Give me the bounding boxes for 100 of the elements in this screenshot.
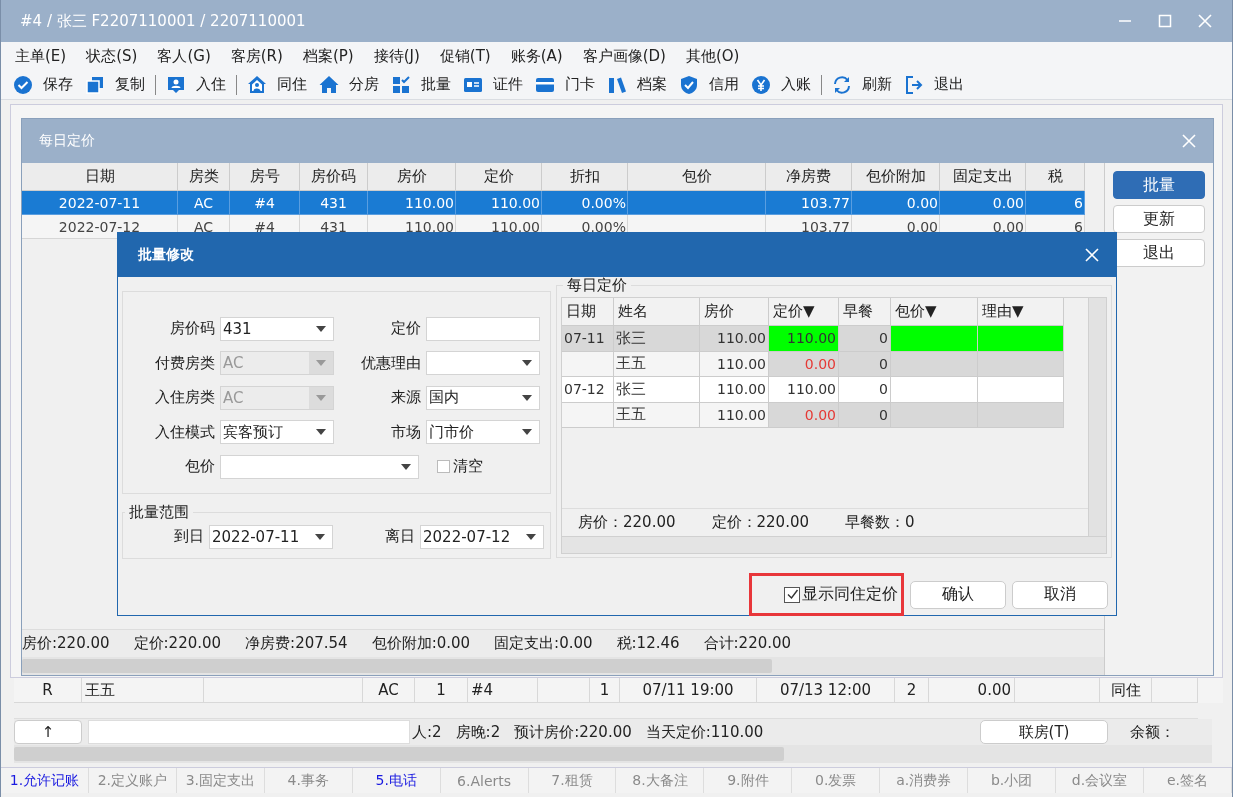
dropdown-field[interactable]: 国内: [426, 385, 540, 410]
clear-checkbox[interactable]: 清空: [437, 457, 483, 477]
field-label: 房价码: [169, 319, 215, 338]
dialog-title: 批量修改: [138, 246, 194, 264]
close-icon[interactable]: [1085, 248, 1099, 262]
table-cell: 0: [839, 377, 891, 403]
table-cell: 0.00: [769, 402, 839, 428]
toolbar-button[interactable]: 证件: [461, 71, 533, 98]
refresh-icon: [832, 74, 852, 95]
menu-item[interactable]: 促销(T): [439, 46, 491, 66]
summary-text: 预计房价:220.00: [514, 722, 632, 742]
check-circle-icon: [13, 74, 33, 95]
link-room-button[interactable]: 联房(T): [980, 720, 1108, 744]
table-cell: 07-11: [562, 326, 614, 352]
toolbar-button[interactable]: 保存: [11, 71, 83, 98]
toolbar-button[interactable]: 退出: [902, 71, 974, 98]
exit-icon: [904, 74, 924, 95]
field-label: 包价: [184, 457, 215, 477]
column-header: 姓名: [614, 298, 700, 326]
toolbar-button[interactable]: 复制: [83, 71, 155, 98]
menu-item[interactable]: 客人(G): [157, 46, 211, 66]
summary-text: 净房费:207.54: [245, 634, 348, 653]
toolbar-button[interactable]: 档案: [605, 71, 677, 98]
group-title: 批量范围: [128, 503, 190, 522]
summary-text: 房价:220.00: [22, 634, 110, 653]
menu-item[interactable]: 主单(E): [15, 46, 67, 66]
dropdown-field[interactable]: [426, 351, 540, 376]
summary-text: 税:12.46: [616, 634, 680, 653]
summary-text: 定价：220.00: [711, 513, 809, 532]
column-header: 定价▼: [769, 298, 839, 326]
house-icon: [319, 74, 339, 95]
field-label: 入住模式: [154, 422, 215, 442]
toolbar-button[interactable]: 批量: [389, 71, 461, 98]
dropdown-field[interactable]: 2022-07-12: [420, 524, 544, 549]
table-cell: 110.00: [769, 377, 839, 403]
side-button[interactable]: 批量: [1113, 171, 1205, 199]
summary-text: 固定支出:0.00: [494, 634, 593, 653]
scrollbar[interactable]: [22, 657, 1104, 675]
toolbar-button[interactable]: 门卡: [533, 71, 605, 98]
caret-icon: [401, 463, 411, 470]
summary-text: 人:2: [412, 722, 442, 742]
dropdown-field[interactable]: 宾客预订: [220, 420, 334, 445]
table-cell: 0: [839, 351, 891, 377]
table-cell: 张三: [614, 377, 700, 403]
summary-text: 房价：220.00: [578, 513, 676, 532]
field-label: 来源: [390, 388, 421, 408]
maximize-icon[interactable]: [1158, 14, 1172, 28]
toolbar-button[interactable]: 入账: [749, 71, 821, 98]
balance-label: 余额：: [1129, 722, 1176, 742]
menu-item[interactable]: 客房(R): [230, 46, 283, 66]
menu-item[interactable]: 账务(A): [510, 46, 563, 66]
copy-icon: [85, 74, 105, 95]
show-sharer-checkbox[interactable]: 显示同住定价: [784, 584, 898, 605]
table-cell: 110.00: [700, 377, 769, 403]
field-label: 优惠理由: [360, 353, 421, 373]
menu-item[interactable]: 档案(P): [302, 46, 354, 66]
dialog-button[interactable]: 取消: [1012, 580, 1108, 609]
scrollbar[interactable]: [562, 536, 1106, 553]
toolbar-button[interactable]: 分房: [317, 71, 389, 98]
summary-text: 当天定价:110.00: [645, 722, 764, 742]
table-cell: 0: [839, 402, 891, 428]
table-cell: 0.00: [769, 351, 839, 377]
menu-item[interactable]: 客户画像(D): [582, 46, 666, 66]
menu-item[interactable]: 状态(S): [86, 46, 138, 66]
field-label: 定价: [390, 319, 421, 338]
table-cell: 1: [590, 678, 620, 703]
table-cell: 同住: [1100, 678, 1152, 703]
toolbar-button[interactable]: 信用: [677, 71, 749, 98]
caret-icon: [316, 394, 326, 401]
table-cell: 07/13 12:00: [757, 678, 895, 703]
menu-item[interactable]: 接待(J): [373, 46, 420, 66]
summary-text: 合计:220.00: [703, 634, 792, 653]
dropdown-field[interactable]: 门市价: [426, 420, 540, 445]
menu-item[interactable]: 其他(O): [685, 46, 740, 66]
column-header: 包价▼: [891, 298, 978, 326]
text-field[interactable]: [426, 316, 540, 341]
toolbar-button[interactable]: 同住: [245, 71, 317, 98]
summary-text: 房晚:2: [455, 722, 501, 742]
dialog-button[interactable]: 确认: [910, 580, 1006, 609]
column-header: 日期: [562, 298, 614, 326]
column-header: 理由▼: [978, 298, 1064, 326]
scrollbar[interactable]: [14, 745, 1212, 763]
table-cell: 王五: [614, 351, 700, 377]
table-cell: AC: [363, 678, 415, 703]
dropdown-field[interactable]: 431: [220, 316, 334, 341]
check-icon: [785, 588, 799, 601]
input-field[interactable]: [88, 720, 410, 744]
toolbar-button[interactable]: 刷新: [830, 71, 902, 98]
side-button[interactable]: 更新: [1113, 205, 1205, 233]
dropdown-field[interactable]: 2022-07-11: [209, 524, 333, 549]
caret-icon: [316, 429, 326, 436]
table-row[interactable]: 2022-07-11 AC #4 431 110.00 110.00 0.00% 103.77 0.00 0.00 6: [22, 191, 1085, 215]
caret-icon: [522, 394, 532, 401]
toolbar-button[interactable]: 入住: [164, 71, 236, 98]
table-cell: 1: [415, 678, 468, 703]
up-button[interactable]: ↑: [14, 720, 82, 744]
yen-icon: [751, 74, 771, 95]
scrollbar[interactable]: [1088, 298, 1106, 536]
dropdown-field[interactable]: [220, 454, 419, 479]
table-cell: R: [14, 678, 82, 703]
